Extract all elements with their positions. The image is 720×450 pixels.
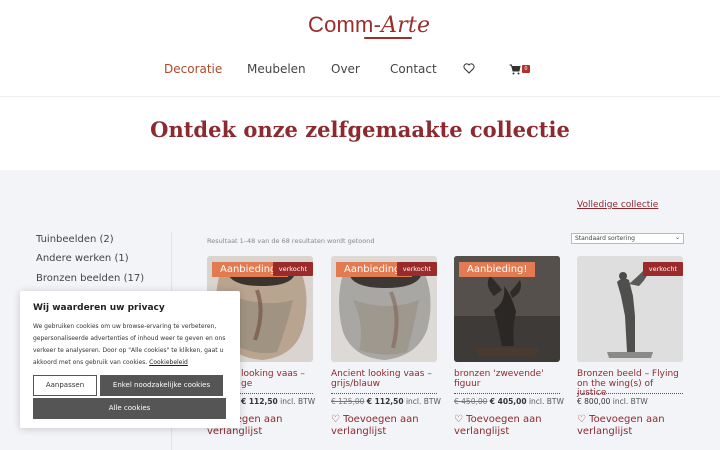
- wishlist-label: Toevoegen aan verlanglijst: [577, 414, 665, 437]
- product-image[interactable]: Aanbieding! verkocht: [331, 256, 437, 362]
- price-suffix: incl. BTW: [280, 397, 316, 406]
- result-count: Resultaat 1–48 van de 68 resultaten word…: [207, 237, 375, 245]
- price-old: € 450,00: [454, 397, 488, 406]
- price-divider: [454, 393, 560, 394]
- cookie-text: We gebruiken cookies om uw browse-ervari…: [33, 321, 233, 369]
- page-title: Ontdek onze zelfgemaakte collectie: [150, 117, 570, 142]
- product-price: € 800,00 incl. BTW: [577, 397, 648, 406]
- chevron-down-icon: ⌄: [674, 234, 680, 241]
- product-image[interactable]: verkocht: [577, 256, 683, 362]
- logo-text: Comm-: [308, 12, 382, 37]
- add-to-wishlist-button[interactable]: ♡ Toevoegen aan verlanglijst: [454, 414, 574, 438]
- sold-badge: verkocht: [396, 262, 437, 276]
- adjust-cookies-button[interactable]: Aanpassen: [33, 375, 97, 396]
- product-price: € 125,00 € 112,50 incl. BTW: [331, 397, 441, 406]
- price-new: € 112,50: [366, 397, 404, 406]
- cart-icon[interactable]: [509, 64, 521, 79]
- product-image[interactable]: Aanbieding!: [454, 256, 560, 362]
- cart-count-badge: 0: [522, 65, 530, 73]
- price-suffix: incl. BTW: [612, 397, 648, 406]
- product-title[interactable]: bronzen 'zwevende' figuur: [454, 369, 560, 389]
- full-collection-link[interactable]: Volledige collectie: [577, 200, 658, 210]
- wishlist-label: Toevoegen aan verlanglijst: [331, 414, 419, 437]
- add-to-wishlist-button[interactable]: ♡ Toevoegen aan verlanglijst: [331, 414, 451, 438]
- nav-item-meubelen[interactable]: Meubelen: [247, 62, 306, 76]
- logo-text-art: Arte: [381, 13, 431, 38]
- cookie-description: We gebruiken cookies om uw browse-ervari…: [33, 323, 226, 366]
- sold-badge: verkocht: [642, 262, 683, 276]
- sort-select[interactable]: Standaard sortering ⌄: [571, 233, 684, 244]
- price-new: € 112,50: [241, 397, 278, 406]
- accept-all-cookies-button[interactable]: Alle cookies: [33, 398, 226, 419]
- nav-item-over[interactable]: Over: [331, 62, 360, 76]
- sidebar-item-andere-werken[interactable]: Andere werken (1): [36, 253, 129, 264]
- product-title[interactable]: Bronzen beeld – Flying on the wing(s) of…: [577, 369, 683, 399]
- cookie-policy-link[interactable]: Cookiebeleid: [149, 359, 188, 366]
- price-divider: [331, 393, 437, 394]
- price-suffix: incl. BTW: [405, 397, 441, 406]
- heart-icon: ♡: [577, 414, 586, 425]
- price-suffix: incl. BTW: [528, 397, 564, 406]
- site-header: Comm-Arte Decoratie Meubelen Over Contac…: [0, 0, 720, 96]
- product-price: € 450,00 € 405,00 incl. BTW: [454, 397, 564, 406]
- nav-item-decoratie[interactable]: Decoratie: [164, 62, 222, 76]
- logo-underline: [364, 37, 412, 39]
- price-old: € 125,00: [331, 397, 365, 406]
- sort-selected-value: Standaard sortering: [575, 235, 635, 242]
- heart-icon: ♡: [454, 414, 463, 425]
- heart-icon[interactable]: [463, 63, 475, 78]
- price-new: € 800,00: [577, 397, 611, 406]
- site-logo[interactable]: Comm-Arte: [308, 12, 430, 38]
- necessary-cookies-button[interactable]: Enkel noodzakelijke cookies: [100, 375, 223, 396]
- sidebar-item-bronzen-beelden[interactable]: Bronzen beelden (17): [36, 273, 144, 284]
- wishlist-label: Toevoegen aan verlanglijst: [454, 414, 542, 437]
- heart-icon: ♡: [331, 414, 340, 425]
- add-to-wishlist-button[interactable]: ♡ Toevoegen aan verlanglijst: [577, 414, 697, 438]
- cookie-title: Wij waarderen uw privacy: [33, 303, 165, 313]
- sidebar-item-tuinbeelden[interactable]: Tuinbeelden (2): [36, 234, 114, 245]
- price-new: € 405,00: [489, 397, 527, 406]
- cookie-consent-banner: Wij waarderen uw privacy We gebruiken co…: [20, 291, 240, 428]
- price-divider: [577, 393, 683, 394]
- hero-section: Ontdek onze zelfgemaakte collectie: [0, 96, 720, 170]
- nav-item-contact[interactable]: Contact: [390, 62, 437, 76]
- sold-badge: verkocht: [272, 262, 313, 276]
- sale-badge: Aanbieding!: [459, 262, 536, 277]
- product-title[interactable]: Ancient looking vaas – grijs/blauw: [331, 369, 437, 389]
